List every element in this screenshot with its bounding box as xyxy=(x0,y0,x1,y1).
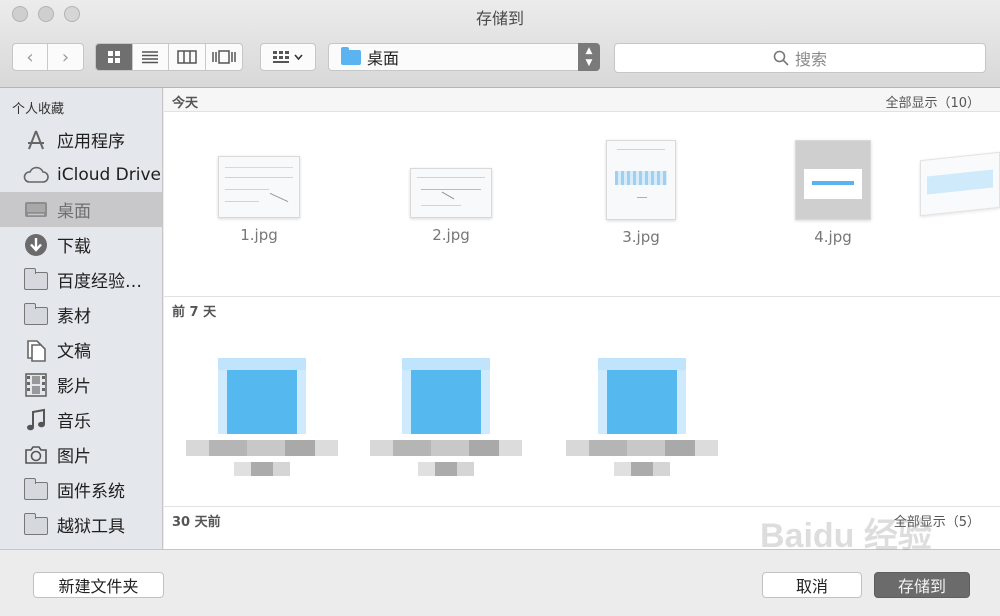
documents-icon xyxy=(23,337,49,363)
music-icon xyxy=(23,407,49,433)
folder-icon xyxy=(23,512,49,538)
icon-view-button[interactable] xyxy=(96,44,133,70)
list-view-button[interactable] xyxy=(133,44,169,70)
file-name: 3.jpg xyxy=(622,228,660,246)
sidebar-item-materials[interactable]: 素材 xyxy=(0,297,162,332)
blurred-folder-icon xyxy=(402,358,490,434)
section-label: 今天 xyxy=(172,96,199,111)
sidebar-item-downloads[interactable]: 下载 xyxy=(0,227,162,262)
sidebar: 个人收藏 应用程序 iCloud Drive 桌面 下载 百度经验… 素材 文稿… xyxy=(0,88,163,549)
file-thumbnail xyxy=(410,168,492,218)
sidebar-item-movies[interactable]: 影片 xyxy=(0,367,162,402)
save-button[interactable]: 存储到 xyxy=(874,572,970,598)
file-thumbnail xyxy=(920,151,1000,217)
file-item[interactable]: 2.jpg xyxy=(396,168,506,244)
cancel-button[interactable]: 取消 xyxy=(762,572,862,598)
window-title: 存储到 xyxy=(475,9,524,28)
folder-item[interactable] xyxy=(566,358,718,488)
search-placeholder: 搜索 xyxy=(794,50,827,69)
sidebar-item-label: 百度经验… xyxy=(57,272,142,292)
file-item[interactable]: 1.jpg xyxy=(204,156,314,244)
movies-icon xyxy=(23,372,49,398)
sidebar-item-firmware[interactable]: 固件系统 xyxy=(0,472,162,507)
blurred-folder-icon xyxy=(218,358,306,434)
desktop-icon xyxy=(23,197,49,223)
folder-icon xyxy=(23,267,49,293)
sidebar-item-label: 应用程序 xyxy=(57,132,125,152)
sidebar-item-documents[interactable]: 文稿 xyxy=(0,332,162,367)
chevron-down-icon xyxy=(294,54,303,60)
section-label: 30 天前 xyxy=(172,515,221,530)
folder-item[interactable] xyxy=(186,358,338,488)
sidebar-item-label: 图片 xyxy=(57,447,91,467)
chevron-left-icon: ‹ xyxy=(26,46,34,68)
section-previous-7-days: 前 7 天 xyxy=(164,296,1000,320)
sidebar-item-label: 下载 xyxy=(57,237,91,257)
blurred-folder-icon xyxy=(598,358,686,434)
file-name: 4.jpg xyxy=(814,228,852,246)
sidebar-item-label: 音乐 xyxy=(57,412,91,432)
sidebar-item-label: 固件系统 xyxy=(57,482,125,502)
file-thumbnail xyxy=(218,156,300,218)
sidebar-item-label: 桌面 xyxy=(57,202,91,222)
desktop-folder-icon xyxy=(341,46,361,65)
sidebar-item-label: iCloud Drive xyxy=(57,164,162,185)
section-today: 今天 全部显示（10） xyxy=(164,88,1000,112)
arrange-button[interactable] xyxy=(260,43,316,71)
section-label: 前 7 天 xyxy=(172,305,217,320)
sidebar-item-baidu-experience[interactable]: 百度经验… xyxy=(0,262,162,297)
file-item[interactable]: 3.jpg xyxy=(586,140,696,246)
camera-icon xyxy=(23,442,49,468)
columns-icon xyxy=(177,50,197,64)
grid-icon xyxy=(107,51,120,63)
sidebar-item-music[interactable]: 音乐 xyxy=(0,402,162,437)
location-popup[interactable]: 桌面 ▲ ▼ xyxy=(328,43,600,71)
folder-icon xyxy=(23,302,49,328)
file-item[interactable]: 4.jpg xyxy=(778,140,888,246)
location-label: 桌面 xyxy=(367,49,400,68)
sidebar-item-jailbreak-tools[interactable]: 越狱工具 xyxy=(0,507,162,542)
sidebar-item-pictures[interactable]: 图片 xyxy=(0,437,162,472)
location-stepper-icon[interactable]: ▲ ▼ xyxy=(578,43,600,71)
arrange-icon xyxy=(273,51,289,63)
list-icon xyxy=(142,51,159,64)
navigation-buttons: ‹ › xyxy=(12,43,84,71)
sidebar-item-desktop[interactable]: 桌面 xyxy=(0,192,162,227)
folder-item[interactable] xyxy=(370,358,522,488)
show-all-link[interactable]: 全部显示（10） xyxy=(885,92,980,111)
file-name: 1.jpg xyxy=(240,226,278,244)
folder-icon xyxy=(23,477,49,503)
download-icon xyxy=(23,232,49,258)
file-name: 2.jpg xyxy=(432,226,470,244)
chevron-right-icon: › xyxy=(61,46,70,68)
file-browser[interactable]: 今天 全部显示（10） 1.jpg 2.jpg 3.jpg 4.jpg 前 7 … xyxy=(164,88,1000,549)
view-mode-buttons xyxy=(95,43,243,71)
forward-button[interactable]: › xyxy=(48,44,83,70)
sidebar-heading: 个人收藏 xyxy=(12,102,65,117)
baidu-watermark-logo: Baidu 经验 xyxy=(760,517,932,555)
search-icon xyxy=(773,50,789,66)
file-item[interactable] xyxy=(920,151,1000,217)
column-view-button[interactable] xyxy=(169,44,206,70)
sidebar-item-label: 文稿 xyxy=(57,342,91,362)
sidebar-item-label: 素材 xyxy=(57,307,91,327)
cloud-icon xyxy=(23,162,49,188)
cover-flow-view-button[interactable] xyxy=(206,44,242,70)
sidebar-item-icloud-drive[interactable]: iCloud Drive xyxy=(0,157,162,192)
file-thumbnail xyxy=(795,140,871,220)
search-field[interactable]: 搜索 xyxy=(614,43,986,73)
back-button[interactable]: ‹ xyxy=(13,44,49,70)
new-folder-button[interactable]: 新建文件夹 xyxy=(33,572,164,598)
title-bar: 存储到 ‹ › 桌面 ▲ ▼ 搜索 xyxy=(0,0,1000,88)
bottom-bar: 新建文件夹 取消 存储到 xyxy=(0,549,1000,616)
sidebar-item-label: 越狱工具 xyxy=(57,517,125,537)
sidebar-item-applications[interactable]: 应用程序 xyxy=(0,122,162,157)
sidebar-item-label: 影片 xyxy=(57,377,91,397)
applications-icon xyxy=(23,127,49,153)
file-thumbnail xyxy=(606,140,676,220)
cover-flow-icon xyxy=(211,50,236,64)
